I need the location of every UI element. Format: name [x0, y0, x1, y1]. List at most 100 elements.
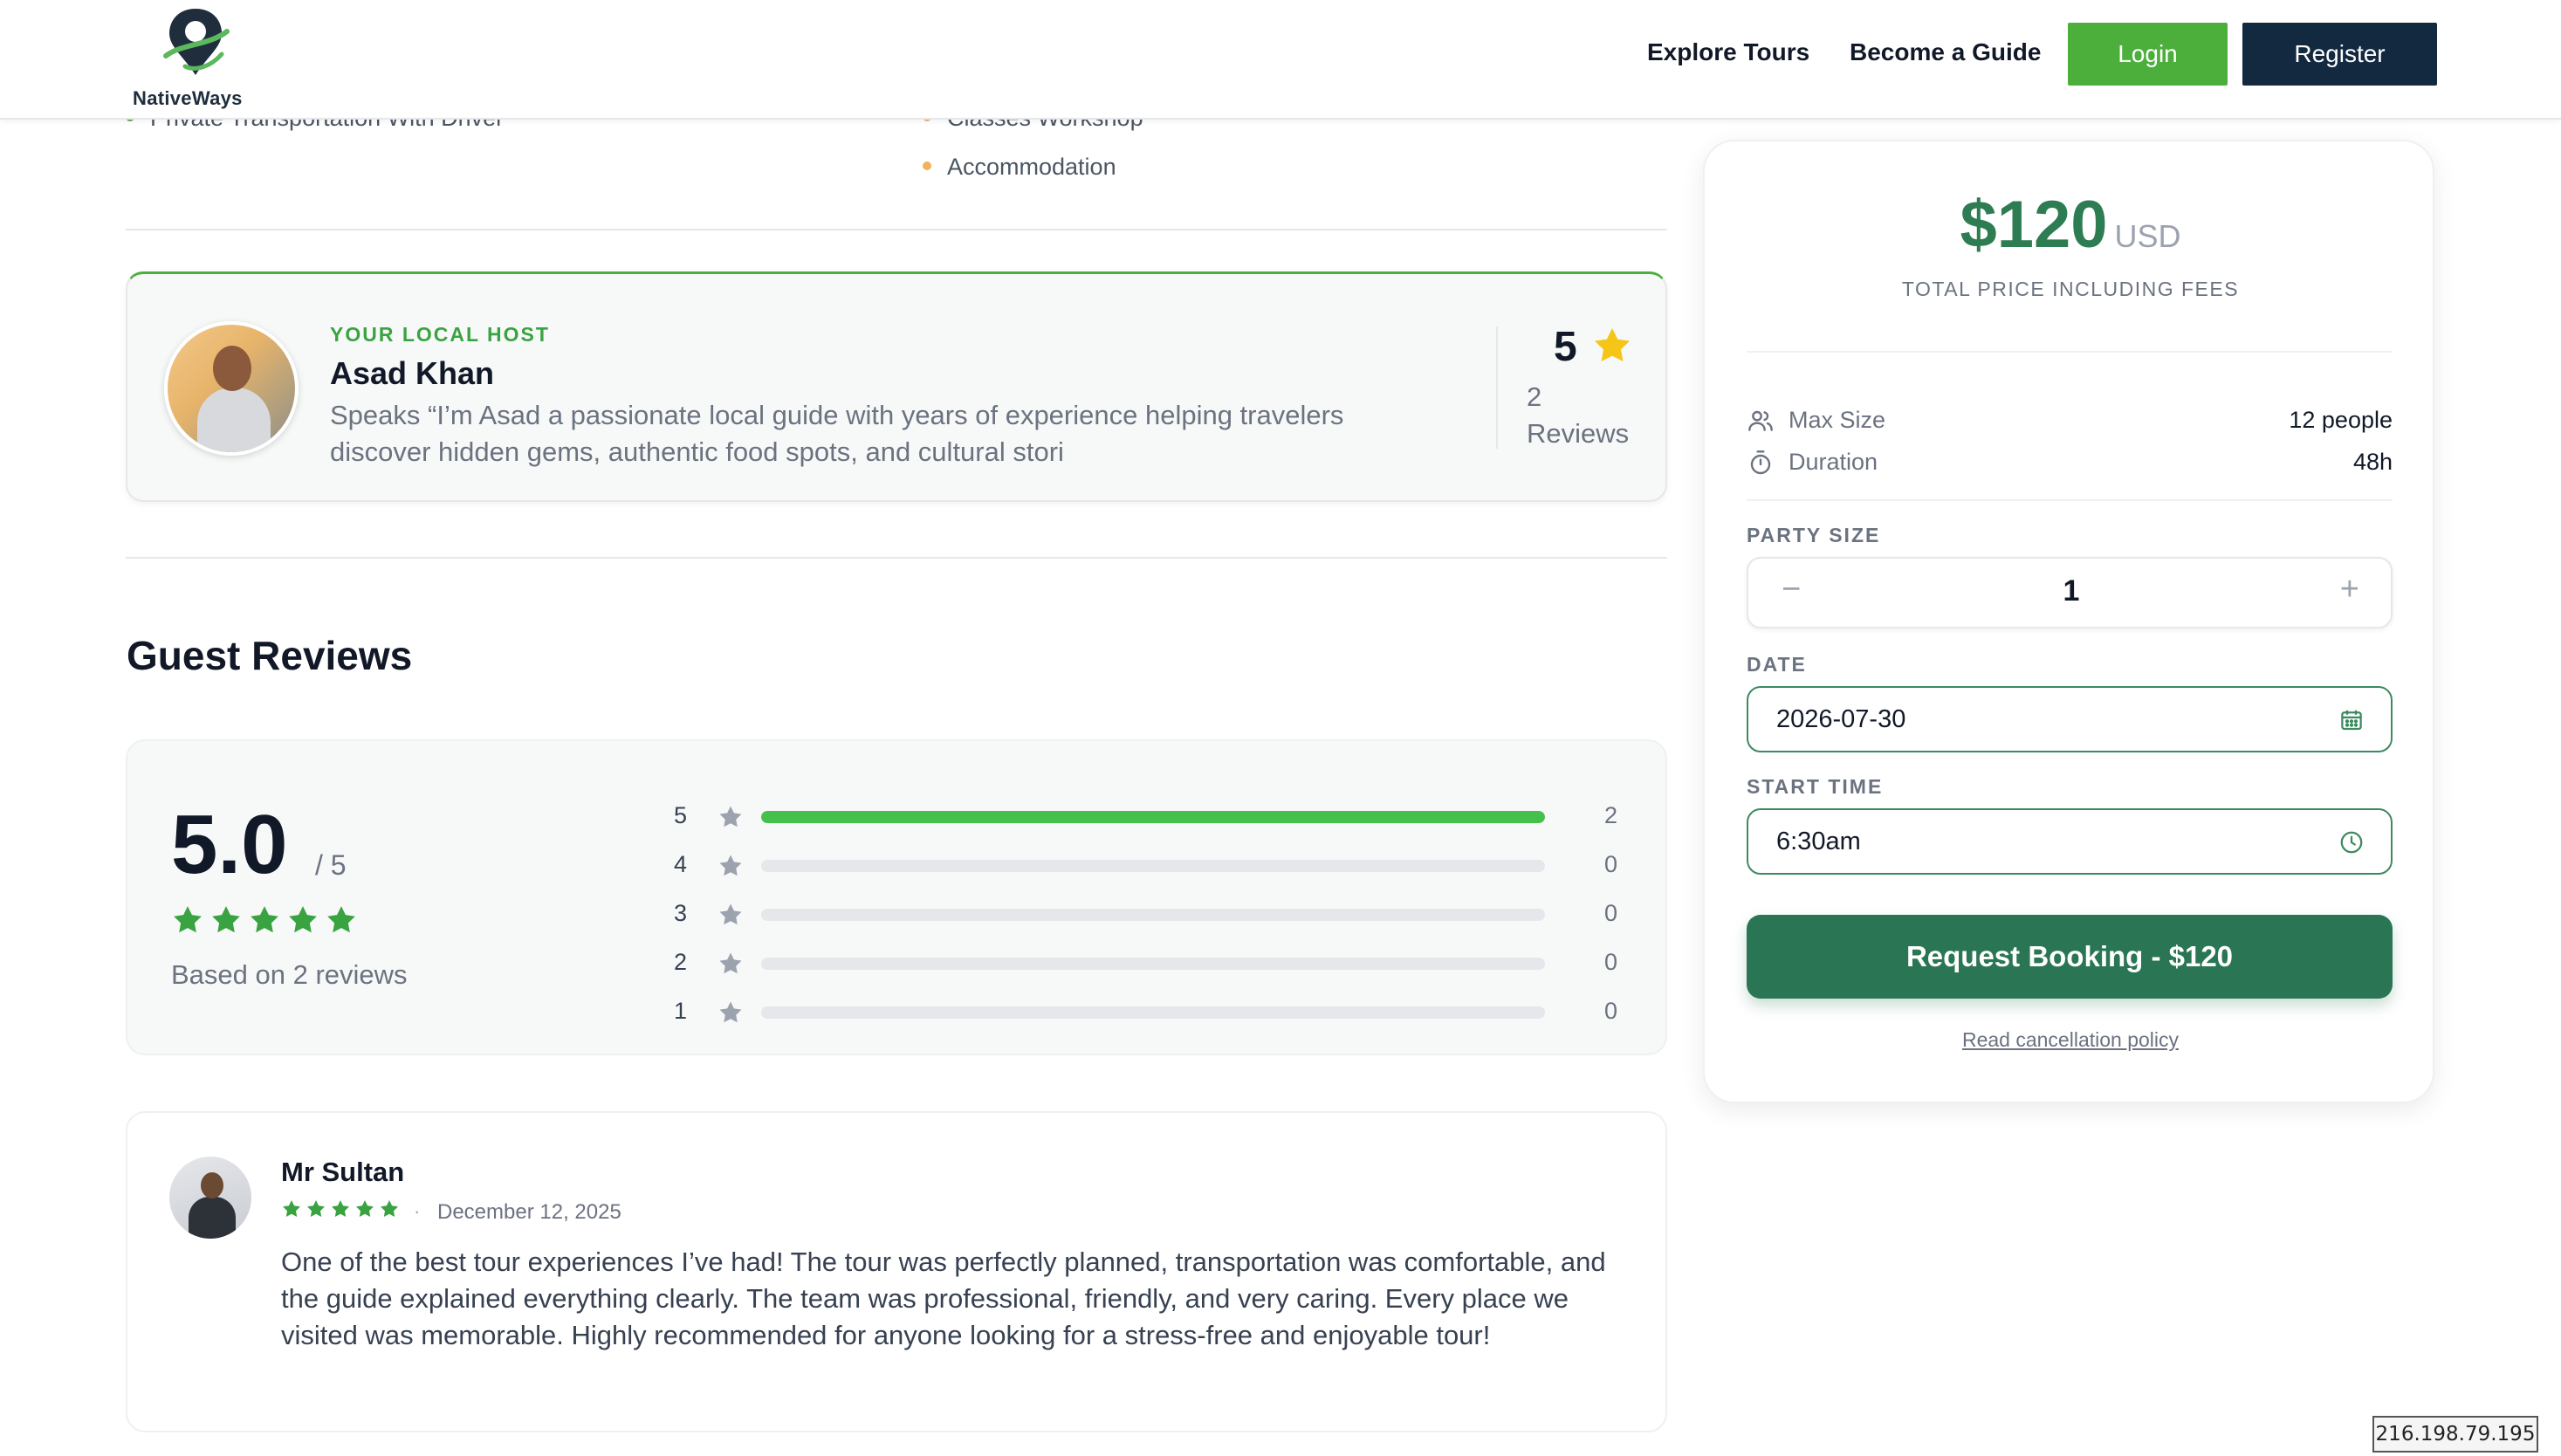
- star-icon: [212, 906, 240, 933]
- rating-row-count: 0: [1604, 851, 1618, 877]
- rating-bar-track: [761, 860, 1545, 872]
- party-size-label: PARTY SIZE: [1747, 524, 1881, 546]
- based-on-text: Based on 2 reviews: [171, 959, 408, 990]
- rating-row-stars: 5: [674, 802, 688, 828]
- request-booking-button[interactable]: Request Booking - $120: [1747, 915, 2393, 999]
- rating-summary: 5.0 / 5 Based on 2 reviews 5240302010: [126, 739, 1667, 1055]
- review-date: December 12, 2025: [437, 1200, 621, 1224]
- rating-row: 20: [674, 945, 1634, 980]
- star-icon: [327, 906, 355, 933]
- rating-row: 40: [674, 848, 1634, 883]
- host-bio: Speaks “I’m Asad a passionate local guid…: [330, 400, 1344, 467]
- rating-row: 10: [674, 994, 1634, 1029]
- section-divider: [126, 557, 1667, 559]
- host-rating: 5: [1554, 324, 1577, 370]
- host-reviews-count: 2: [1527, 381, 1542, 412]
- star-icon: [1595, 328, 1630, 361]
- rating-out-of: / 5: [315, 849, 347, 881]
- logo-text: NativeWays: [133, 87, 243, 109]
- star-icon: [289, 906, 317, 933]
- rating-bar-track: [761, 958, 1545, 970]
- max-size-label: Max Size: [1789, 407, 1886, 433]
- host-name[interactable]: Asad Khan: [330, 355, 494, 392]
- rating-row-stars: 3: [674, 900, 688, 926]
- price: $120 USD: [1705, 187, 2436, 263]
- rating-row-count: 0: [1604, 900, 1618, 926]
- users-icon: [1748, 410, 1773, 431]
- start-time-value: 6:30am: [1776, 828, 1861, 855]
- meta-separator: ·: [414, 1200, 421, 1222]
- start-time-label: START TIME: [1747, 775, 1884, 798]
- bullet-dot: [923, 161, 931, 170]
- site-header: NativeWays Explore Tours Become a Guide …: [0, 0, 2561, 120]
- ip-address-badge: 216.198.79.195: [2372, 1416, 2538, 1453]
- reviewer-avatar: [169, 1157, 251, 1239]
- booking-card: $120 USD TOTAL PRICE INCLUDING FEES Max S…: [1703, 140, 2434, 1103]
- star-icon: [719, 855, 742, 876]
- star-icon: [356, 1200, 374, 1217]
- increase-button[interactable]: +: [2340, 571, 2359, 608]
- section-divider: [126, 229, 1667, 230]
- review-stars: [281, 1198, 400, 1219]
- star-icon: [719, 952, 742, 974]
- rating-row-count: 0: [1604, 998, 1618, 1024]
- duration-label: Duration: [1789, 449, 1878, 475]
- star-icon: [719, 806, 742, 828]
- host-reviews-label: Reviews: [1527, 418, 1630, 449]
- duration-row: Duration 48h: [1747, 443, 2393, 478]
- star-icon: [719, 903, 742, 925]
- rating-row-stars: 4: [674, 851, 688, 877]
- inclusion-label: Accommodation: [947, 154, 1116, 180]
- star-icon: [174, 906, 202, 933]
- rating-bar-fill: [761, 811, 1545, 823]
- review-card: Mr Sultan · December 12, 2025 One of the…: [126, 1111, 1667, 1432]
- rating-row-stars: 2: [674, 949, 688, 975]
- nav-become-guide[interactable]: Become a Guide: [1850, 38, 2041, 66]
- login-button[interactable]: Login: [2068, 23, 2228, 86]
- duration-value: 48h: [2352, 449, 2393, 475]
- rating-bar-track: [761, 1006, 1545, 1019]
- start-time-input[interactable]: 6:30am: [1747, 808, 2393, 875]
- guest-reviews-title: Guest Reviews: [127, 633, 413, 678]
- rating-row-stars: 1: [674, 998, 688, 1024]
- reviewer-name: Mr Sultan: [281, 1157, 405, 1187]
- rating-row: 52: [674, 799, 1634, 834]
- price-currency: USD: [2114, 218, 2181, 254]
- date-value: 2026-07-30: [1776, 705, 1906, 733]
- star-icon: [719, 1001, 742, 1023]
- star-icon: [251, 906, 278, 933]
- logo[interactable]: NativeWays: [131, 5, 262, 110]
- nav-explore-tours[interactable]: Explore Tours: [1647, 38, 1809, 66]
- host-label: YOUR LOCAL HOST: [330, 323, 550, 346]
- host-divider: [1496, 326, 1498, 449]
- date-input[interactable]: 2026-07-30: [1747, 686, 2393, 752]
- rating-bar-track: [761, 811, 1545, 823]
- host-reviews: 2 Reviews: [1527, 379, 1629, 452]
- rating-bar-track: [761, 909, 1545, 921]
- price-note: TOTAL PRICE INCLUDING FEES: [1901, 278, 2240, 300]
- rating-row: 30: [674, 896, 1634, 931]
- cancellation-policy-link[interactable]: Read cancellation policy: [1705, 1028, 2436, 1052]
- booking-divider: [1747, 499, 2393, 501]
- star-icon: [381, 1200, 398, 1217]
- rating-row-count: 2: [1604, 802, 1618, 828]
- average-stars: [171, 903, 358, 937]
- average-rating: 5.0: [171, 798, 288, 891]
- star-icon: [332, 1200, 349, 1217]
- host-avatar[interactable]: [164, 321, 299, 456]
- booking-divider: [1747, 351, 2393, 353]
- register-button[interactable]: Register: [2242, 23, 2437, 86]
- party-size-stepper: − 1 +: [1747, 557, 2393, 628]
- review-text: One of the best tour experiences I’ve ha…: [281, 1247, 1606, 1350]
- inclusion-item: Accommodation: [923, 154, 1116, 181]
- calendar-icon[interactable]: [2338, 707, 2365, 733]
- party-size-value: 1: [2063, 574, 2080, 608]
- star-icon: [283, 1200, 300, 1217]
- price-amount: $120: [1960, 188, 2108, 262]
- star-icon: [307, 1200, 325, 1217]
- logo-mark-icon: [163, 9, 230, 75]
- timer-icon: [1750, 450, 1771, 475]
- max-size-row: Max Size 12 people: [1747, 402, 2393, 436]
- host-card: YOUR LOCAL HOST Asad Khan Speaks “I’m As…: [126, 271, 1667, 502]
- clock-icon[interactable]: [2338, 829, 2365, 855]
